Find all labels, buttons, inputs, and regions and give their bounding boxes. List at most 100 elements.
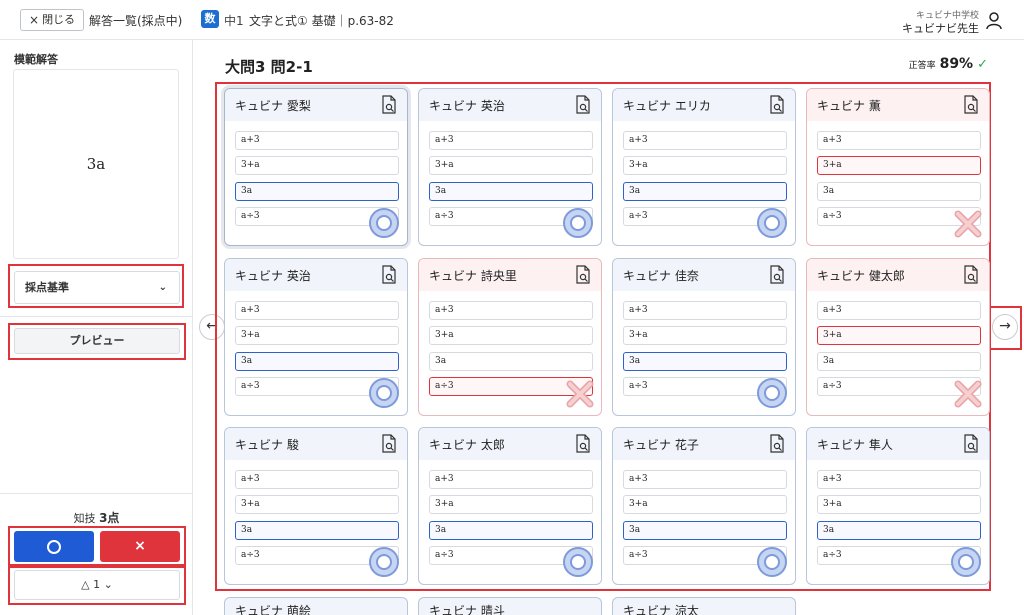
check-icon: ✓: [977, 57, 988, 72]
student-name: キュビナ 涼太: [623, 604, 699, 615]
student-answer-card[interactable]: キュビナ 花子 a+3 3+a 3a a÷3: [612, 427, 796, 585]
chevron-down-icon: ⌄: [158, 282, 167, 293]
student-answer-card[interactable]: キュビナ 駿 a+3 3+a 3a a÷3: [224, 427, 408, 585]
next-page-button[interactable]: →: [992, 314, 1018, 340]
document-search-icon[interactable]: [381, 95, 397, 115]
main-panel: 大問3 問2-1 正答率 89% ✓ ← → キュビナ 愛梨 a+3 3+a 3a a÷…: [194, 40, 1024, 615]
document-search-icon[interactable]: [769, 95, 785, 115]
correct-mark-icon: [757, 378, 787, 408]
correct-mark-icon: [951, 547, 981, 577]
document-search-icon[interactable]: [769, 434, 785, 454]
score-label: 知技 3点: [0, 509, 193, 526]
answer-option: a+3: [429, 470, 593, 489]
student-name: キュビナ 詩央里: [429, 269, 517, 283]
student-answer-card[interactable]: キュビナ 佳奈 a+3 3+a 3a a÷3: [612, 258, 796, 416]
student-name: キュビナ 駿: [235, 438, 299, 452]
answer-option: a+3: [235, 301, 399, 320]
answer-option: 3+a: [623, 156, 787, 175]
close-button[interactable]: × 閉じる: [20, 9, 85, 31]
model-answer-text: 3a: [86, 155, 106, 173]
student-answer-card[interactable]: キュビナ 萌絵: [224, 597, 408, 615]
correct-mark-icon: [563, 547, 593, 577]
student-name: キュビナ 太郎: [429, 438, 505, 452]
answer-option: a+3: [235, 131, 399, 150]
answer-option: 3+a: [817, 156, 981, 175]
card-header: キュビナ 詩央里: [419, 259, 601, 291]
user-icon[interactable]: [986, 12, 1002, 30]
card-header: キュビナ エリカ: [613, 89, 795, 121]
document-search-icon[interactable]: [381, 265, 397, 285]
card-header: キュビナ 愛梨: [225, 89, 407, 121]
answer-option: a+3: [623, 131, 787, 150]
divider: [0, 316, 193, 317]
answer-option: 3+a: [235, 326, 399, 345]
model-answer-box: 3a: [13, 69, 179, 259]
card-header: キュビナ 隼人: [807, 428, 989, 460]
card-header: キュビナ 英治: [225, 259, 407, 291]
answer-option: a+3: [429, 131, 593, 150]
document-search-icon[interactable]: [575, 95, 591, 115]
answer-option: 3a: [623, 521, 787, 540]
answer-option: 3a: [429, 182, 593, 201]
document-search-icon[interactable]: [381, 434, 397, 454]
partial-score-dropdown[interactable]: △ 1 ⌄: [14, 570, 180, 600]
document-search-icon[interactable]: [769, 265, 785, 285]
card-header: キュビナ 駿: [225, 428, 407, 460]
answer-option: 3+a: [817, 326, 981, 345]
student-answer-card[interactable]: キュビナ 薫 a+3 3+a 3a a÷3: [806, 88, 990, 246]
student-name: キュビナ エリカ: [623, 99, 711, 113]
answer-option: 3a: [235, 352, 399, 371]
wrong-mark-icon: [954, 210, 982, 238]
answer-option: a+3: [817, 131, 981, 150]
student-answer-card[interactable]: キュビナ 英治 a+3 3+a 3a a÷3: [418, 88, 602, 246]
preview-button[interactable]: プレビュー: [14, 328, 180, 354]
student-name: キュビナ 薫: [817, 99, 881, 113]
topic-title: 文字と式① 基礎｜p.63-82: [249, 14, 394, 28]
student-answer-card[interactable]: キュビナ 涼太: [612, 597, 796, 615]
student-answer-card[interactable]: キュビナ 詩央里 a+3 3+a 3a a÷3: [418, 258, 602, 416]
student-name: キュビナ 隼人: [817, 438, 893, 452]
answer-list-title: 解答一覧(採点中): [89, 14, 183, 28]
student-answer-card[interactable]: キュビナ 太郎 a+3 3+a 3a a÷3: [418, 427, 602, 585]
answer-option: a+3: [817, 470, 981, 489]
student-answer-card[interactable]: キュビナ エリカ a+3 3+a 3a a÷3: [612, 88, 796, 246]
student-answer-card[interactable]: キュビナ 隼人 a+3 3+a 3a a÷3: [806, 427, 990, 585]
app-header: × 閉じる 解答一覧(採点中) 数 中1 文字と式① 基礎｜p.63-82 キュ…: [0, 0, 1024, 40]
answer-option: 3a: [623, 352, 787, 371]
answer-option: a+3: [429, 301, 593, 320]
criteria-label: 採点基準: [25, 281, 69, 294]
answer-option: a+3: [817, 301, 981, 320]
student-name: キュビナ 健太郎: [817, 269, 905, 283]
card-header: キュビナ 英治: [419, 89, 601, 121]
student-answer-card[interactable]: キュビナ 愛梨 a+3 3+a 3a a÷3: [224, 88, 408, 246]
answer-option: a+3: [235, 470, 399, 489]
answer-option: 3a: [817, 521, 981, 540]
document-search-icon[interactable]: [963, 265, 979, 285]
student-answer-card[interactable]: キュビナ 英治 a+3 3+a 3a a÷3: [224, 258, 408, 416]
mark-correct-button[interactable]: [14, 531, 94, 562]
student-name: キュビナ 愛梨: [235, 99, 311, 113]
mark-wrong-button[interactable]: ×: [100, 531, 180, 562]
card-header: キュビナ 薫: [807, 89, 989, 121]
answer-option: 3+a: [623, 495, 787, 514]
grade-label: 中1: [224, 14, 244, 28]
document-search-icon[interactable]: [575, 265, 591, 285]
answer-option: 3+a: [429, 326, 593, 345]
answer-option: 3a: [817, 182, 981, 201]
criteria-dropdown[interactable]: 採点基準 ⌄: [14, 271, 180, 304]
answer-option: 3+a: [235, 156, 399, 175]
sidebar: 模範解答 3a 採点基準 ⌄ プレビュー 知技 3点 × △ 1 ⌄: [0, 40, 193, 615]
student-name: キュビナ 佳奈: [623, 269, 699, 283]
answer-option: 3a: [429, 521, 593, 540]
document-search-icon[interactable]: [575, 434, 591, 454]
document-search-icon[interactable]: [963, 95, 979, 115]
accuracy-value: 89%: [939, 56, 974, 72]
student-answer-card[interactable]: キュビナ 晴斗: [418, 597, 602, 615]
student-name: キュビナ 英治: [235, 269, 311, 283]
accuracy-label: 正答率: [908, 61, 936, 71]
document-search-icon[interactable]: [963, 434, 979, 454]
answer-option: 3a: [235, 521, 399, 540]
student-name: キュビナ 英治: [429, 99, 505, 113]
student-answer-card[interactable]: キュビナ 健太郎 a+3 3+a 3a a÷3: [806, 258, 990, 416]
teacher-name: キュビナビ先生: [902, 22, 979, 35]
